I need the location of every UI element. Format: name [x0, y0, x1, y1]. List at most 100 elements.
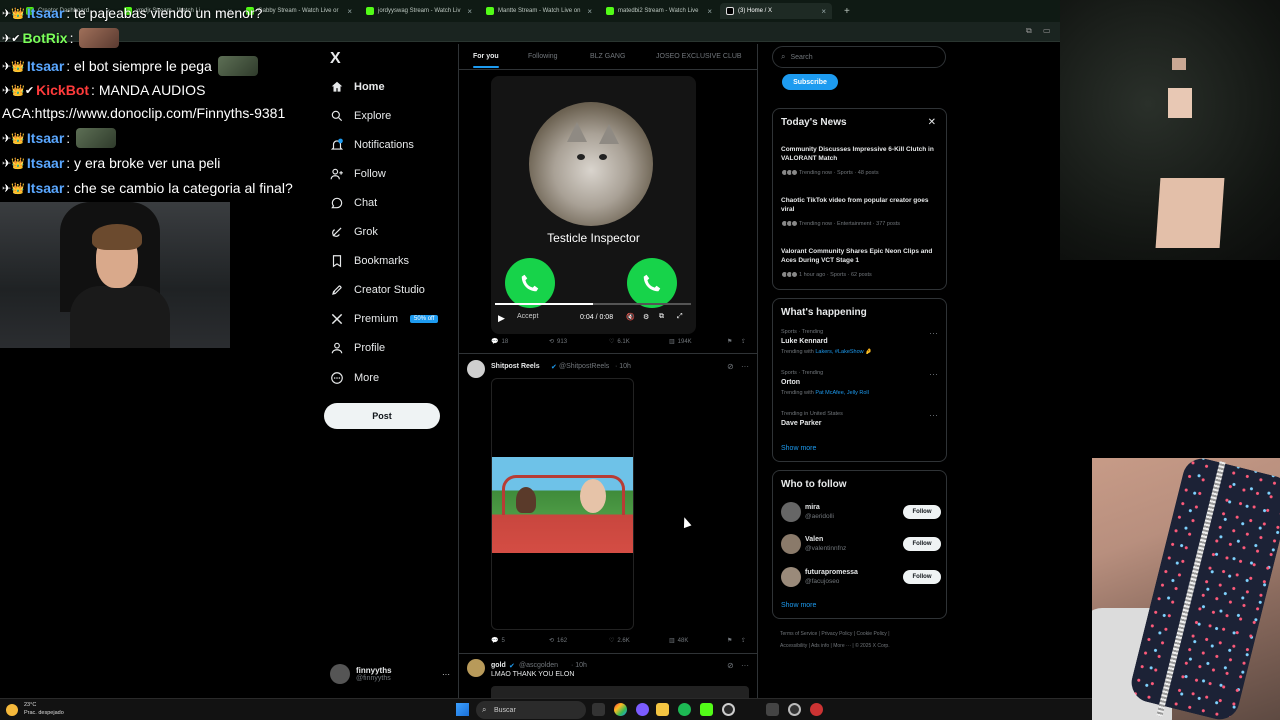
settings-icon[interactable]: ⚙ [643, 313, 649, 321]
share-icon[interactable]: ⇪ [741, 637, 746, 644]
follow-button[interactable]: Follow [903, 537, 941, 551]
video-player[interactable]: Testicle Inspector ▶ Accept 0:04 / 0:08 … [491, 76, 696, 334]
app-icon[interactable] [810, 703, 823, 716]
trend-name[interactable]: Dave Parker [781, 420, 821, 427]
x-logo-icon[interactable]: X [330, 50, 341, 68]
nav-follow[interactable]: Follow [330, 164, 386, 184]
reply-button[interactable]: 💬 5 [491, 637, 505, 645]
close-icon[interactable]: × [587, 7, 592, 16]
nav-home[interactable]: Home [330, 77, 385, 97]
views-button[interactable]: ▥ 194K [669, 338, 692, 346]
person-plus-icon [330, 168, 343, 180]
kitten-photo [529, 102, 653, 226]
nav-creator-studio[interactable]: Creator Studio [330, 280, 425, 300]
chrome-icon[interactable] [614, 703, 627, 716]
more-icon[interactable]: ··· [741, 362, 749, 371]
post-button[interactable]: Post [324, 403, 440, 429]
windows-start-icon[interactable] [456, 703, 469, 716]
app-icon[interactable] [722, 703, 735, 716]
badge-icon: ✈👑 [2, 60, 25, 73]
nav-premium[interactable]: Premium 50% off [330, 309, 439, 329]
close-icon[interactable]: × [347, 7, 352, 16]
mute-icon[interactable]: 🔇 [626, 313, 635, 321]
app-icon[interactable] [766, 703, 779, 716]
app-icon[interactable] [788, 703, 801, 716]
avatar[interactable] [467, 360, 485, 378]
more-icon[interactable]: ··· [929, 328, 938, 338]
app-icon[interactable] [636, 703, 649, 716]
video-player[interactable] [491, 378, 634, 630]
news-item-title[interactable]: Community Discusses Impressive 6-Kill Cl… [781, 145, 936, 163]
video-controls: ▶ Accept 0:04 / 0:08 🔇 ⚙ ⧉ ⤢ [498, 313, 683, 324]
cast-icon[interactable]: ▭ [1043, 26, 1051, 35]
taskbar-search[interactable]: ⌕ Buscar [476, 701, 586, 719]
views-button[interactable]: ▥ 48K [669, 637, 688, 645]
reply-button[interactable]: 💬 18 [491, 338, 508, 346]
address-bar[interactable]: ⧉ ▭ [0, 22, 1060, 42]
follow-suggestion[interactable]: futurapromessa @facujoseo Follow [781, 567, 941, 589]
more-icon[interactable]: ··· [929, 369, 938, 379]
close-icon[interactable]: ✕ [928, 117, 936, 128]
video-progress-bar[interactable] [495, 303, 691, 305]
nav-notifications[interactable]: Notifications [330, 135, 414, 155]
trend-name[interactable]: Luke Kennard [781, 338, 828, 345]
nav-more[interactable]: More [330, 368, 379, 388]
footer-links: Terms of Service | Privacy Policy | Cook… [780, 631, 890, 649]
nav-profile[interactable]: Profile [330, 338, 385, 358]
follow-button[interactable]: Follow [903, 505, 941, 519]
play-icon[interactable]: ▶ [498, 313, 505, 324]
follow-button[interactable]: Follow [903, 570, 941, 584]
avatar[interactable] [467, 659, 485, 677]
search-input[interactable]: ⌕ Search [772, 46, 946, 68]
tab-for-you[interactable]: For you [473, 53, 499, 68]
trend-name[interactable]: Orton [781, 379, 800, 386]
streamer-webcam [0, 202, 230, 348]
subscribe-button[interactable]: Subscribe [782, 74, 838, 90]
badge-icon: ✈👑✔ [2, 84, 35, 97]
nav-chat[interactable]: Chat [330, 193, 377, 213]
kick-icon[interactable] [700, 703, 713, 716]
browser-tab[interactable]: jordyyswag Stream - Watch Liv × [360, 3, 478, 19]
close-icon[interactable]: × [467, 7, 472, 16]
share-icon[interactable]: ⇪ [741, 338, 746, 345]
show-more-link[interactable]: Show more [781, 602, 816, 609]
like-button[interactable]: ♡ 2.6K [609, 637, 630, 645]
grok-icon[interactable]: ⊘ [727, 362, 734, 371]
taskbar: 23°C Prac. despejado ⌕ Buscar [0, 698, 1092, 720]
grok-icon[interactable]: ⊘ [727, 661, 734, 670]
nav-grok[interactable]: Grok [330, 222, 378, 242]
weather-widget[interactable]: 23°C Prac. despejado [6, 701, 64, 717]
fullscreen-icon[interactable]: ⤢ [677, 313, 683, 321]
browser-tab-active[interactable]: (3) Home / X × [720, 3, 832, 19]
browser-tab[interactable]: Mantte Stream - Watch Live on × [480, 3, 598, 19]
account-switcher[interactable]: finnyyths @finnyyths ··· [330, 662, 450, 686]
news-item-title[interactable]: Valorant Community Shares Epic Neon Clip… [781, 247, 936, 265]
spotify-icon[interactable] [678, 703, 691, 716]
more-icon[interactable]: ··· [929, 410, 938, 420]
bookmark-icon[interactable]: ⚑ [727, 637, 732, 644]
follow-suggestion[interactable]: mira @aeridolli Follow [781, 502, 941, 524]
task-view-icon[interactable] [592, 703, 605, 716]
new-tab-button[interactable]: + [838, 3, 854, 19]
close-icon[interactable]: × [821, 7, 826, 16]
show-more-link[interactable]: Show more [781, 445, 816, 452]
tab-blz-gang[interactable]: BLZ GANG [590, 53, 625, 60]
news-item-title[interactable]: Chaotic TikTok video from popular creato… [781, 196, 936, 214]
more-icon[interactable]: ··· [442, 670, 450, 679]
repost-button[interactable]: ⟲ 913 [549, 338, 567, 346]
follow-suggestion[interactable]: Valen @valentinnfnz Follow [781, 534, 941, 556]
like-button[interactable]: ♡ 6.1K [609, 338, 630, 346]
pip-icon[interactable]: ⧉ [659, 313, 664, 321]
translate-icon[interactable]: ⧉ [1026, 26, 1032, 36]
more-icon[interactable]: ··· [741, 661, 749, 670]
tab-joseo-exclusive-club[interactable]: JOSEO EXCLUSIVE CLUB [656, 53, 742, 60]
tab-following[interactable]: Following [528, 53, 558, 60]
bookmark-icon[interactable]: ⚑ [727, 338, 732, 345]
post-media[interactable] [491, 686, 749, 698]
nav-explore[interactable]: Explore [330, 106, 391, 126]
browser-tab[interactable]: matedbi2 Stream - Watch Live × [600, 3, 718, 19]
nav-bookmarks[interactable]: Bookmarks [330, 251, 409, 271]
folder-icon[interactable] [656, 703, 669, 716]
repost-button[interactable]: ⟲ 162 [549, 637, 567, 645]
close-icon[interactable]: × [707, 7, 712, 16]
